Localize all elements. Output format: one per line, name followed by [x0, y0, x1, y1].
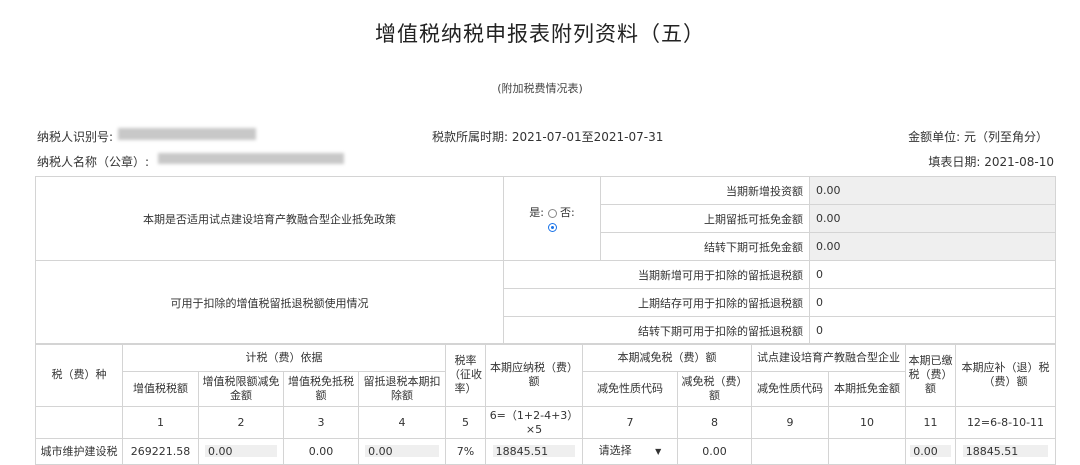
- cell-reduction-amount[interactable]: 0.00: [677, 438, 752, 465]
- yes-label: 是:: [529, 206, 544, 219]
- subheader: 留抵退税本期扣除额: [358, 371, 446, 407]
- column-number: 10: [828, 406, 906, 439]
- taxpayer-id-label: 纳税人识别号:: [37, 130, 114, 144]
- policy-table: 本期是否适用试点建设培育产教融合型企业抵免政策 是: 否: 当期新增投资额 0.…: [35, 176, 1056, 345]
- refund-label: 可用于扣除的增值税留抵退税额使用情况: [35, 260, 504, 345]
- subheader: 本期抵免金额: [828, 371, 906, 407]
- refund-row-value[interactable]: 0: [809, 316, 1056, 345]
- policy-question: 本期是否适用试点建设培育产教融合型企业抵免政策: [35, 176, 504, 261]
- column-number: 6=（1+2-4+3）×5: [485, 406, 583, 439]
- refund-row-label: 结转下期可用于扣除的留抵退税额: [503, 316, 810, 345]
- policy-row-label: 上期留抵可抵免金额: [600, 204, 810, 233]
- reduction-code-select[interactable]: 请选择 ▼: [582, 438, 678, 465]
- page-title: 增值税纳税申报表附列资料（五）: [375, 22, 705, 46]
- header-reduction: 本期减免税（费）额: [582, 343, 752, 372]
- header-tax-type: 税（费）种: [35, 343, 123, 407]
- column-number: 11: [905, 406, 956, 439]
- column-number: 5: [445, 406, 486, 439]
- table-row: 城市维护建设税 269221.58 0.00 0.00 0.00 7% 1884…: [35, 438, 1056, 465]
- refund-row-value[interactable]: 0: [809, 260, 1056, 289]
- page-subtitle: (附加税费情况表): [497, 82, 583, 95]
- refund-row-value[interactable]: 0: [809, 288, 1056, 317]
- column-number: 1: [122, 406, 199, 439]
- cell-rate: 7%: [445, 438, 486, 465]
- subheader: 增值税免抵税额: [283, 371, 359, 407]
- chevron-down-icon: ▼: [655, 447, 662, 456]
- column-number: 8: [677, 406, 752, 439]
- cell-pilot-code[interactable]: [751, 438, 829, 465]
- taxpayer-id-redacted: [118, 128, 256, 140]
- cell-exempt-offset: 0.00: [283, 438, 359, 465]
- subheader: 减免税（费）额: [677, 371, 752, 407]
- refund-row-label: 当期新增可用于扣除的留抵退税额: [503, 260, 810, 289]
- column-number: 7: [582, 406, 678, 439]
- cell-pilot-amount[interactable]: [828, 438, 906, 465]
- header-rate: 税率（征收率）: [445, 343, 486, 407]
- column-number: 12=6-8-10-11: [955, 406, 1056, 439]
- column-number: 3: [283, 406, 359, 439]
- yes-radio[interactable]: [547, 208, 557, 218]
- reduction-code-value: 请选择: [598, 444, 632, 457]
- amount-unit: 金额单位: 元（列至角分）: [908, 130, 1048, 144]
- policy-row-value[interactable]: 0.00: [809, 176, 1056, 205]
- taxpayer-name-label: 纳税人名称（公章）:: [37, 155, 150, 169]
- tax-period: 税款所属时期: 2021-07-01至2021-07-31: [432, 130, 664, 144]
- column-number: 2: [198, 406, 284, 439]
- fill-date: 填表日期: 2021-08-10: [928, 155, 1054, 169]
- no-radio[interactable]: [547, 222, 557, 232]
- policy-radio-group: 是: 否:: [503, 176, 601, 261]
- cell-paid[interactable]: 0.00: [910, 444, 951, 458]
- cell-limit-reduction[interactable]: 0.00: [205, 444, 277, 458]
- policy-row-label: 当期新增投资额: [600, 176, 810, 205]
- no-label: 否:: [560, 206, 575, 219]
- header-paid: 本期已缴税（费）额: [905, 343, 956, 407]
- policy-row-label: 结转下期可抵免金额: [600, 232, 810, 261]
- column-number: 4: [358, 406, 446, 439]
- header-pilot: 试点建设培育产教融合型企业: [751, 343, 906, 372]
- cell-supplement: 18845.51: [962, 444, 1049, 458]
- column-number: 9: [751, 406, 829, 439]
- policy-row-value[interactable]: 0.00: [809, 232, 1056, 261]
- header-basis: 计税（费）依据: [122, 343, 446, 372]
- header-supplement: 本期应补（退）税（费）额: [955, 343, 1056, 407]
- refund-row-label: 上期结存可用于扣除的留抵退税额: [503, 288, 810, 317]
- subheader: 增值税税额: [122, 371, 199, 407]
- policy-row-value[interactable]: 0.00: [809, 204, 1056, 233]
- cell-refund-deduction[interactable]: 0.00: [365, 444, 439, 458]
- cell-vat-amount: 269221.58: [122, 438, 199, 465]
- taxpayer-name-redacted: [158, 153, 344, 164]
- header-payable: 本期应纳税（费）额: [485, 343, 583, 407]
- subheader: 增值税限额减免金额: [198, 371, 284, 407]
- subheader: 减免性质代码: [751, 371, 829, 407]
- subheader: 减免性质代码: [582, 371, 678, 407]
- row-tax-type: 城市维护建设税: [35, 438, 123, 465]
- main-tax-table: 税（费）种 计税（费）依据 税率（征收率） 本期应纳税（费）额 本期减免税（费）…: [35, 343, 1056, 465]
- cell-payable: 18845.51: [492, 444, 576, 458]
